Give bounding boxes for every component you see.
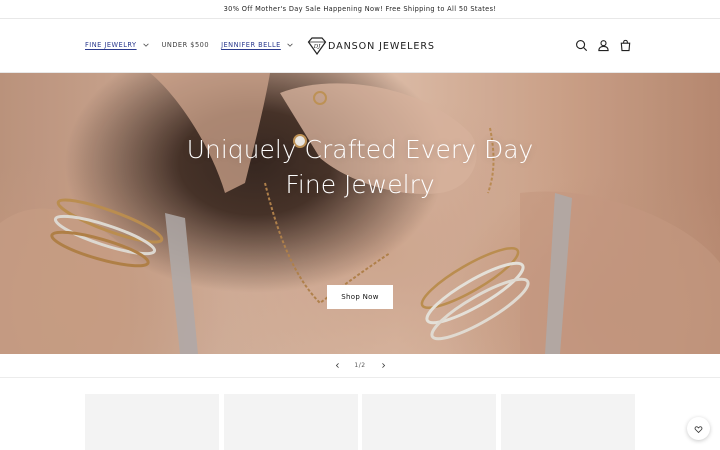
chevron-down-icon — [286, 41, 294, 49]
diamond-monogram-icon: DJ — [307, 37, 327, 56]
heart-chat-icon — [694, 419, 703, 438]
chat-widget-button[interactable] — [687, 417, 710, 440]
announcement-text: 30% Off Mother's Day Sale Happening Now!… — [223, 5, 497, 13]
section-divider — [0, 377, 720, 378]
svg-text:DJ: DJ — [313, 44, 321, 50]
chevron-down-icon — [142, 41, 150, 49]
search-icon[interactable] — [575, 39, 588, 52]
nav-item-under-500[interactable]: UNDER $500 — [162, 41, 209, 49]
nav-item-jennifer-belle[interactable]: JENNIFER BELLE — [221, 41, 294, 49]
header-actions — [575, 39, 641, 52]
account-icon[interactable] — [597, 39, 610, 52]
collection-grid — [85, 394, 639, 450]
main-nav: FINE JEWELRY UNDER $500 JENNIFER BELLE — [85, 41, 306, 49]
chevron-left-icon[interactable] — [330, 358, 344, 372]
nav-item-fine-jewelry[interactable]: FINE JEWELRY — [85, 41, 150, 49]
shop-now-button[interactable]: Shop Now — [327, 285, 393, 309]
brand-name: DANSON JEWELERS — [328, 40, 435, 52]
announcement-bar: 30% Off Mother's Day Sale Happening Now!… — [0, 0, 720, 19]
cart-icon[interactable] — [619, 39, 632, 52]
brand-logo[interactable]: DJ DANSON JEWELERS — [307, 37, 435, 56]
collection-card[interactable] — [223, 394, 358, 450]
nav-item-label: FINE JEWELRY — [85, 41, 137, 49]
slide-counter: 1/2 — [354, 361, 366, 369]
collection-card[interactable] — [500, 394, 635, 450]
hero-banner — [0, 73, 720, 354]
chevron-right-icon[interactable] — [376, 358, 390, 372]
nav-item-label: UNDER $500 — [161, 41, 210, 49]
hero-overlay — [0, 73, 720, 354]
collection-card[interactable] — [85, 394, 219, 450]
slider-controls: 1/2 — [330, 358, 390, 372]
collection-card[interactable] — [362, 394, 496, 450]
hero-title: Uniquely Crafted Every Day Fine Jewelry — [186, 135, 534, 199]
nav-item-label: JENNIFER BELLE — [221, 41, 281, 49]
site-header: FINE JEWELRY UNDER $500 JENNIFER BELLE D… — [0, 19, 720, 73]
